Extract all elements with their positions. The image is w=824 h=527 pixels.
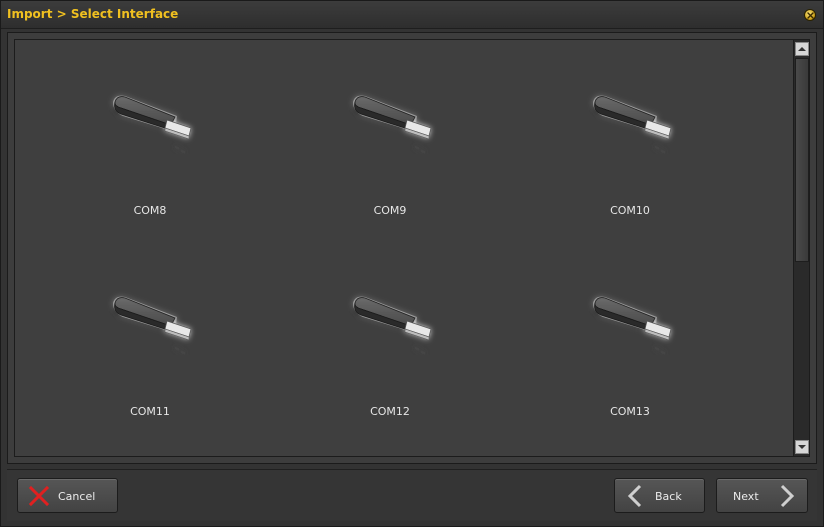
- usb-stick-icon: [345, 84, 445, 154]
- usb-stick-icon: [585, 285, 685, 355]
- close-icon: [806, 11, 814, 19]
- content-frame: COM8 COM9 COM10 COM11 COM12 COM13: [7, 32, 817, 464]
- scroll-down-button[interactable]: [795, 440, 809, 454]
- back-button[interactable]: Back: [614, 478, 705, 513]
- interface-tile-com10[interactable]: COM10: [555, 40, 705, 217]
- usb-stick-icon: [345, 285, 445, 355]
- interface-label: COM9: [373, 204, 407, 217]
- vertical-scrollbar[interactable]: [793, 40, 809, 456]
- interface-tile-com8[interactable]: COM8: [75, 40, 225, 217]
- scroll-up-button[interactable]: [795, 42, 809, 56]
- arrow-up-icon: [798, 47, 806, 51]
- footer-bar: Cancel Back Next: [7, 469, 817, 521]
- interface-tile-com11[interactable]: COM11: [75, 241, 225, 418]
- interface-tile-com9[interactable]: COM9: [315, 40, 465, 217]
- select-interface-window: Import > Select Interface COM8 COM9 COM1…: [0, 0, 824, 527]
- usb-stick-icon: [105, 285, 205, 355]
- interface-grid: COM8 COM9 COM10 COM11 COM12 COM13: [15, 40, 791, 456]
- interface-tile-com13[interactable]: COM13: [555, 241, 705, 418]
- chevron-left-icon: [627, 484, 642, 508]
- usb-stick-icon: [585, 84, 685, 154]
- cancel-button[interactable]: Cancel: [17, 478, 118, 513]
- chevron-right-icon: [780, 484, 795, 508]
- cancel-label: Cancel: [58, 490, 96, 503]
- interface-label: COM11: [130, 405, 170, 418]
- next-label: Next: [733, 490, 759, 503]
- interface-label: COM12: [370, 405, 410, 418]
- close-button[interactable]: [804, 9, 816, 21]
- interface-tile-com12[interactable]: COM12: [315, 241, 465, 418]
- back-label: Back: [655, 490, 682, 503]
- usb-stick-icon: [105, 84, 205, 154]
- next-button[interactable]: Next: [716, 478, 808, 513]
- arrow-down-icon: [798, 445, 806, 449]
- interface-label: COM13: [610, 405, 650, 418]
- title-bar: Import > Select Interface: [1, 1, 823, 29]
- window-title: Import > Select Interface: [7, 7, 179, 21]
- interface-list: COM8 COM9 COM10 COM11 COM12 COM13: [14, 39, 810, 457]
- scroll-thumb[interactable]: [795, 58, 809, 262]
- red-x-icon: [28, 485, 50, 507]
- interface-label: COM8: [133, 204, 167, 217]
- interface-label: COM10: [610, 204, 650, 217]
